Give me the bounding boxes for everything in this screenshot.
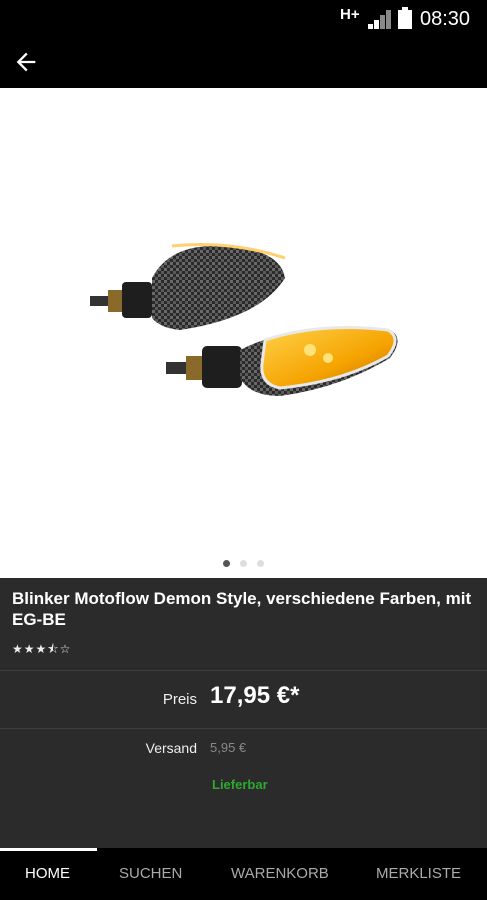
- divider: [0, 670, 487, 671]
- price-label: Preis: [162, 691, 197, 708]
- pagination-dot[interactable]: [257, 560, 265, 567]
- bottom-navigation: HOME SUCHEN WARENKORB MERKLISTE: [0, 848, 487, 900]
- pagination-dot[interactable]: [222, 560, 230, 567]
- shipping-value: 5,95 €: [210, 740, 247, 755]
- active-tab-indicator: [0, 848, 97, 851]
- battery-icon: [398, 7, 412, 29]
- product-image: [90, 243, 398, 396]
- rating-stars-icon: ★★★⯪☆: [12, 642, 72, 656]
- gallery-pagination: [0, 554, 487, 572]
- shipping-label: Versand: [145, 740, 197, 756]
- product-info-panel: Blinker Motoflow Demon Style, verschiede…: [0, 578, 487, 848]
- availability-status: Lieferbar: [212, 777, 268, 792]
- signal-icon: [368, 10, 391, 29]
- product-image-gallery[interactable]: [0, 88, 487, 578]
- status-bar: H+ 08:30: [0, 0, 487, 36]
- nav-wishlist[interactable]: MERKLISTE: [376, 865, 461, 882]
- nav-search[interactable]: SUCHEN: [119, 865, 182, 882]
- nav-home[interactable]: HOME: [25, 865, 70, 882]
- back-arrow-icon[interactable]: [12, 48, 40, 76]
- clock: 08:30: [420, 8, 471, 30]
- nav-cart[interactable]: WARENKORB: [231, 865, 329, 882]
- divider: [0, 728, 487, 729]
- pagination-dot[interactable]: [240, 560, 247, 567]
- product-title: Blinker Motoflow Demon Style, verschiede…: [12, 589, 472, 629]
- network-type: H+: [340, 6, 360, 23]
- app-bar: [0, 36, 487, 88]
- price-value: 17,95 €*: [210, 682, 300, 709]
